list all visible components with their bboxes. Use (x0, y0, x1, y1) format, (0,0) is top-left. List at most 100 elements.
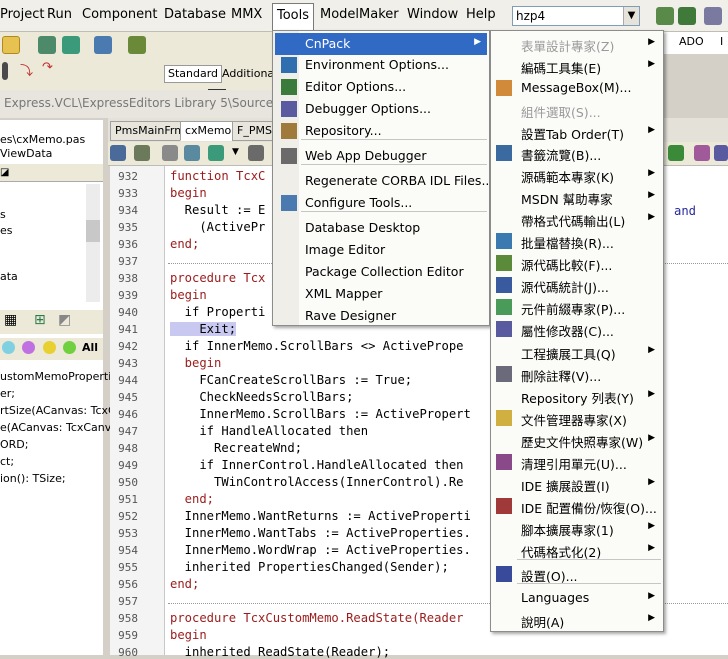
open-icon[interactable] (2, 36, 20, 54)
menu-component[interactable]: Component (82, 7, 157, 22)
view-form-icon[interactable] (62, 36, 80, 54)
box-icon[interactable]: ◩ (58, 312, 71, 328)
cnpack-menu-item[interactable]: 組件選取(S)... (493, 99, 661, 121)
desktop-save-icon[interactable] (656, 7, 674, 25)
step-over-icon[interactable]: ↷ (42, 60, 53, 75)
tab-standard[interactable]: Standard (164, 65, 222, 83)
desktop-debug-icon[interactable] (704, 7, 722, 25)
member-item[interactable]: ORD; (0, 438, 28, 451)
menu-database[interactable]: Database (164, 7, 226, 22)
member-item[interactable]: rtSize(ACanvas: TcxC (0, 404, 116, 417)
cnpack-menu-item[interactable]: 設置(O)... (493, 563, 661, 585)
member-item[interactable]: ion(): TSize; (0, 472, 66, 485)
menu-tools[interactable]: Tools (272, 3, 315, 32)
tab-f-pms[interactable]: F_PMS (232, 121, 277, 141)
navigate-icon[interactable] (208, 145, 224, 161)
line-number: 957 (118, 595, 138, 608)
desktop-combo[interactable]: hzp4 (512, 6, 640, 26)
cnpack-menu-item[interactable]: 清理引用單元(U)... (493, 451, 661, 473)
desktop-set-icon[interactable] (678, 7, 696, 25)
tree-item[interactable]: s (0, 208, 6, 221)
tab-pmsmainfrm[interactable]: PmsMainFrm (110, 121, 190, 141)
cnpack-menu-item[interactable]: 工程擴展工具(Q) ▶ (493, 341, 661, 363)
member-item[interactable]: ct; (0, 455, 14, 468)
chevron-down-icon[interactable]: ▼ (232, 147, 239, 157)
filter-cyan-icon[interactable] (2, 341, 15, 354)
chevron-down-icon[interactable]: ▼ (623, 7, 639, 25)
cnpack-menu-item[interactable]: 書籤流覽(B)... (493, 142, 661, 164)
cnpack-menu-item[interactable]: 表單設計專家(Z) ▶ (493, 33, 661, 55)
tools-menu-item-label: Regenerate CORBA IDL Files... (305, 173, 494, 188)
filter-green-icon[interactable] (63, 341, 76, 354)
cnpack-menu-item[interactable]: MSDN 幫助專家 ▶ (493, 186, 661, 208)
tab-ado[interactable]: ADO (679, 35, 704, 48)
view-unit-icon[interactable] (38, 36, 56, 54)
member-item[interactable]: ustomMemoProperties. (0, 370, 127, 383)
cnpack-menu-item[interactable]: 刪除註釋(V)... (493, 363, 661, 385)
cnpack-menu-item[interactable]: 說明(A) ▶ (493, 609, 661, 631)
tools-menu-item[interactable]: Editor Options... (275, 76, 487, 98)
save-icon[interactable] (110, 145, 126, 161)
tools-menu-item[interactable]: Environment Options... (275, 54, 487, 76)
menu-window[interactable]: Window (407, 7, 458, 22)
grid-icon[interactable]: ▦ (4, 312, 17, 328)
cnpack-menu-item[interactable]: Repository 列表(Y) ▶ (493, 385, 661, 407)
filter-all-button[interactable]: All (82, 341, 98, 354)
toggle-icon[interactable] (2, 62, 8, 80)
toggle-form-icon[interactable] (134, 145, 150, 161)
cnpack-menu-item[interactable]: 編碼工具集(E) ▶ (493, 55, 661, 77)
tool2-icon[interactable] (714, 145, 728, 161)
trace-icon[interactable]: ⤵ (20, 60, 33, 79)
cnpack-menu-item[interactable]: Languages ▶ (493, 587, 661, 609)
tree-icon[interactable]: ⊞ (34, 312, 46, 328)
run-to-icon[interactable] (668, 145, 684, 161)
tools-menu-item[interactable]: Debugger Options... (275, 98, 487, 120)
menu-run[interactable]: Run (47, 7, 72, 22)
explorer-icon[interactable] (184, 145, 200, 161)
cnpack-menu-item[interactable]: 元件前綴專家(P)... (493, 296, 661, 318)
tools-menu-item[interactable]: Database Desktop (275, 217, 487, 239)
panel-scrollbar[interactable] (86, 184, 100, 302)
tool-icon[interactable] (694, 145, 710, 161)
filter-purple-icon[interactable] (22, 341, 35, 354)
cnpack-menu-item[interactable]: 源代碼統計(J)... (493, 274, 661, 296)
tools-menu-item[interactable]: Package Collection Editor (275, 261, 487, 283)
cnpack-menu-item[interactable]: IDE 配置備份/恢復(O)... (493, 495, 661, 517)
tree-item[interactable]: es (0, 224, 13, 237)
tools-menu-item[interactable]: CnPack ▶ (275, 33, 487, 55)
tools-menu-item[interactable]: XML Mapper (275, 283, 487, 305)
cnpack-menu-item[interactable]: 文件管理器專家(X) (493, 407, 661, 429)
cnpack-menu-item[interactable]: 設置Tab Order(T) ▶ (493, 121, 661, 143)
cnpack-menu-item[interactable]: MessageBox(M)... (493, 77, 661, 99)
line-number: 932 (118, 170, 138, 183)
tools-menu-item[interactable]: Image Editor (275, 239, 487, 261)
menu-project[interactable]: Project (0, 7, 44, 22)
cnpack-menu-item[interactable]: 代碼格式化(2) ▶ (493, 539, 661, 561)
view-icon[interactable] (162, 145, 178, 161)
cnpack-menu-item[interactable]: 源代碼比較(F)... (493, 252, 661, 274)
tab-cxmemo[interactable]: cxMemo (180, 121, 237, 141)
menu-modelmaker[interactable]: ModelMaker (320, 7, 399, 22)
cnpack-menu-item[interactable]: 屬性修改器(C)... (493, 318, 661, 340)
tab-additional[interactable]: Additional (220, 66, 272, 83)
cnpack-menu-item[interactable]: 帶格式代碼輸出(L) ▶ (493, 208, 661, 230)
layers-icon[interactable] (248, 145, 264, 161)
panel-expand-icon[interactable]: ◪ (0, 167, 9, 178)
cnpack-menu-item[interactable]: 腳本擴展專家(1) ▶ (493, 517, 661, 539)
new-form-icon[interactable] (94, 36, 112, 54)
panel-scroll-thumb[interactable] (86, 220, 100, 242)
tab-i[interactable]: I (720, 35, 723, 48)
filter-yellow-icon[interactable] (43, 341, 56, 354)
menu-help[interactable]: Help (466, 7, 496, 22)
tools-menu-item[interactable]: Regenerate CORBA IDL Files... (275, 170, 493, 192)
cnpack-menu-item[interactable]: IDE 擴展設置(I) ▶ (493, 473, 661, 495)
cnpack-menu-item[interactable]: 批量檔替換(R)... (493, 230, 661, 252)
menu-mmx[interactable]: MMX (231, 7, 262, 22)
tools-menu-item[interactable]: Rave Designer (275, 305, 487, 327)
member-item[interactable]: e(ACanvas: TcxCanv (0, 421, 111, 434)
cnpack-menu-item[interactable]: 源碼範本專家(K) ▶ (493, 164, 661, 186)
cnpack-menu-item[interactable]: 歷史文件快照專家(W) ▶ (493, 429, 661, 451)
tree-item[interactable]: ata (0, 270, 18, 283)
package-icon[interactable] (128, 36, 146, 54)
member-item[interactable]: er; (0, 387, 15, 400)
